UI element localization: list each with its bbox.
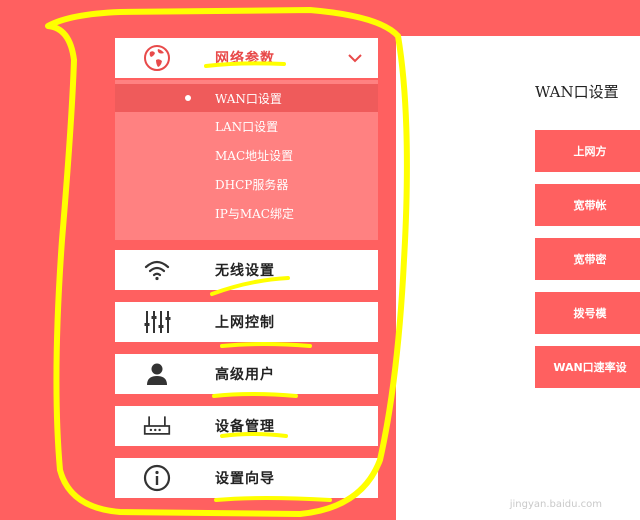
submenu-item-label: MAC地址设置 [215, 148, 294, 163]
menu-network-settings-label: 网络参数 [215, 51, 275, 67]
watermark-main: Baidu经验 [480, 472, 602, 497]
watermark: Baidu经验 jingyan.baidu.com [480, 466, 602, 510]
selected-dot-icon [185, 95, 191, 101]
watermark-sub: jingyan.baidu.com [509, 499, 602, 510]
wifi-icon [143, 256, 171, 284]
wan-speed-button[interactable]: WAN口速率设 [535, 346, 640, 388]
globe-icon [143, 44, 171, 72]
info-icon [143, 464, 171, 492]
router-icon [143, 412, 171, 440]
wan-connection-type-button[interactable]: 上网方 [535, 130, 640, 172]
submenu-item-label: LAN口设置 [215, 119, 279, 134]
menu-setup-wizard-label: 设置向导 [215, 471, 275, 487]
submenu-item-ip-mac-binding[interactable]: IP与MAC绑定 [115, 199, 378, 227]
sliders-icon [143, 308, 171, 336]
chevron-down-icon[interactable] [346, 49, 364, 67]
submenu-item-label: WAN口设置 [215, 91, 282, 106]
broadband-account-button[interactable]: 宽带帐 [535, 184, 640, 226]
menu-wireless-settings-label: 无线设置 [215, 263, 275, 279]
menu-device-management[interactable]: 设备管理 [115, 406, 378, 446]
user-icon [143, 360, 171, 388]
page-title: WAN口设置 [535, 83, 619, 101]
submenu-item-mac[interactable]: MAC地址设置 [115, 141, 378, 169]
submenu-item-label: IP与MAC绑定 [215, 206, 294, 221]
menu-wireless-settings[interactable]: 无线设置 [115, 250, 378, 290]
menu-network-settings[interactable]: 网络参数 [115, 38, 378, 78]
network-submenu: WAN口设置 LAN口设置 MAC地址设置 DHCP服务器 IP与MAC绑定 [115, 80, 378, 240]
submenu-item-label: DHCP服务器 [215, 177, 289, 192]
highlight-underline [212, 392, 298, 398]
submenu-item-dhcp[interactable]: DHCP服务器 [115, 170, 378, 198]
submenu-item-lan[interactable]: LAN口设置 [115, 112, 378, 140]
menu-advanced-user[interactable]: 高级用户 [115, 354, 378, 394]
highlight-underline [214, 496, 332, 502]
broadband-password-button[interactable]: 宽带密 [535, 238, 640, 280]
menu-advanced-user-label: 高级用户 [215, 367, 275, 383]
menu-device-management-label: 设备管理 [215, 419, 275, 435]
dial-mode-button[interactable]: 拨号模 [535, 292, 640, 334]
menu-setup-wizard[interactable]: 设置向导 [115, 458, 378, 498]
highlight-underline [220, 342, 312, 348]
menu-internet-control[interactable]: 上网控制 [115, 302, 378, 342]
content-panel: WAN口设置 上网方 宽带帐 宽带密 拨号模 WAN口速率设 [396, 36, 640, 520]
submenu-item-wan[interactable]: WAN口设置 [115, 84, 378, 112]
menu-internet-control-label: 上网控制 [215, 315, 275, 331]
